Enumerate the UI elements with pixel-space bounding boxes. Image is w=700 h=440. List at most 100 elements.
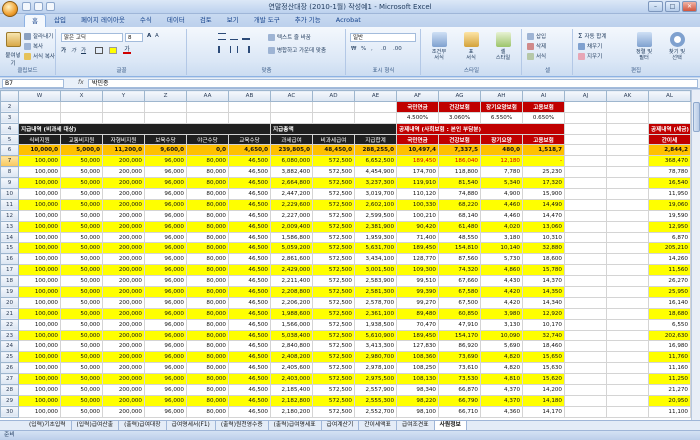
cell[interactable]: 100,000 [18, 318, 61, 331]
cell[interactable] [606, 155, 649, 168]
align-left-icon[interactable] [218, 46, 226, 53]
wrap-text-button[interactable]: 텍스트 줄 바꿈 [268, 33, 311, 41]
cell[interactable]: 4,460 [480, 198, 523, 211]
cell[interactable]: 보육수당 [144, 133, 187, 146]
align-right-icon[interactable] [242, 46, 250, 53]
cell[interactable]: 100,000 [18, 209, 61, 222]
cell[interactable] [564, 340, 607, 353]
cell[interactable]: 80,000 [186, 384, 229, 396]
cell[interactable]: 572,500 [312, 384, 355, 396]
cell[interactable] [564, 275, 607, 288]
row-header[interactable]: 20 [0, 296, 19, 309]
align-center-icon[interactable] [230, 46, 238, 53]
cell[interactable]: 50,000 [60, 275, 103, 288]
cell[interactable]: 200,000 [102, 373, 145, 386]
cell[interactable] [564, 373, 607, 386]
cell[interactable]: 81,540 [438, 177, 481, 190]
cell[interactable]: 200,000 [102, 307, 145, 320]
cell[interactable] [102, 100, 145, 113]
cell[interactable]: 96,000 [144, 264, 187, 277]
cell[interactable]: 14,340 [522, 296, 565, 309]
fill-color-icon[interactable] [109, 47, 117, 54]
sheet-tab[interactable]: 급여조견표 [397, 421, 435, 430]
row-header[interactable]: 26 [0, 362, 19, 375]
row-header[interactable]: 5 [0, 133, 19, 146]
cell[interactable]: 80,000 [186, 166, 229, 179]
cell[interactable] [564, 264, 607, 277]
cell[interactable]: 11,560 [648, 264, 691, 277]
cell[interactable]: 지급합계 [354, 133, 397, 146]
cell[interactable] [564, 242, 607, 255]
cell[interactable]: 80,000 [186, 296, 229, 309]
cell[interactable] [270, 100, 313, 113]
cell[interactable]: 50,000 [60, 198, 103, 211]
cell[interactable]: 46,500 [228, 155, 271, 168]
cell[interactable] [606, 394, 649, 407]
cell[interactable]: 80,000 [186, 318, 229, 331]
cell[interactable] [606, 275, 649, 288]
sheet-tab[interactable]: 급여계산기 [322, 421, 360, 430]
cell[interactable]: 572,500 [312, 264, 355, 277]
cell[interactable]: 200,000 [102, 405, 145, 418]
cell[interactable]: 96,000 [144, 242, 187, 255]
cell[interactable]: 46,500 [228, 177, 271, 190]
cell[interactable] [606, 188, 649, 200]
cell[interactable] [18, 100, 61, 113]
cell[interactable]: 15,900 [522, 188, 565, 200]
cell[interactable]: 15,620 [522, 373, 565, 386]
cell[interactable]: 7,337,5 [438, 144, 481, 157]
cell[interactable]: 99,390 [396, 286, 439, 298]
cell[interactable]: 2,408,200 [270, 351, 313, 364]
cell[interactable]: 6,550 [648, 318, 691, 331]
cell[interactable] [606, 133, 649, 146]
cell[interactable]: 15,650 [522, 351, 565, 364]
cell[interactable] [186, 111, 229, 124]
cell[interactable] [606, 166, 649, 179]
cell[interactable]: 2,555,300 [354, 394, 397, 407]
column-header[interactable]: AB [228, 90, 271, 102]
cell[interactable]: 100,000 [18, 329, 61, 342]
cell[interactable]: 국민연금 [396, 100, 439, 113]
cell[interactable]: 11,250 [648, 373, 691, 386]
cell[interactable]: 96,000 [144, 286, 187, 298]
cell[interactable]: 46,500 [228, 405, 271, 418]
cell[interactable]: 239,805,0 [270, 144, 313, 157]
cell[interactable]: 4,454,900 [354, 166, 397, 179]
cell[interactable]: 2,840,800 [270, 340, 313, 353]
cell[interactable]: 186,040 [438, 155, 481, 168]
cell[interactable]: 14,370 [522, 275, 565, 288]
cell[interactable]: 5,000,0 [60, 144, 103, 157]
cell[interactable]: 14,260 [648, 253, 691, 266]
cell[interactable]: 4,020 [480, 220, 523, 233]
cell[interactable]: 4,650,0 [228, 144, 271, 157]
cell[interactable]: 50,000 [60, 166, 103, 179]
worksheet-grid[interactable]: W X Y Z AA AB AC AD AE AF AG AH AI AJ AK AL 2 국민연금 건강보험 장기… [0, 90, 700, 420]
column-header[interactable]: AL [648, 90, 691, 102]
cell[interactable]: 3,130 [480, 318, 523, 331]
cell[interactable]: 50,000 [60, 384, 103, 396]
cell[interactable]: 건강보험 [438, 100, 481, 113]
cell[interactable] [606, 264, 649, 277]
cell[interactable]: 480,0 [480, 144, 523, 157]
cell[interactable]: 80,000 [186, 405, 229, 418]
cell[interactable]: 200,000 [102, 177, 145, 190]
cell[interactable]: 572,500 [312, 351, 355, 364]
cell[interactable]: 4,460 [480, 209, 523, 222]
cell[interactable]: 4,370 [480, 384, 523, 396]
cell[interactable] [648, 100, 691, 113]
column-header[interactable]: AC [270, 90, 313, 102]
cell[interactable]: 572,500 [312, 231, 355, 244]
cell[interactable]: 572,500 [312, 394, 355, 407]
cell[interactable] [648, 111, 691, 124]
cell[interactable]: 96,000 [144, 188, 187, 200]
shrink-font-button[interactable]: A [155, 33, 159, 39]
sheet-tab[interactable]: 간이세액표 [359, 421, 397, 430]
cell[interactable]: 3,980 [480, 307, 523, 320]
cell[interactable]: 5,690 [480, 340, 523, 353]
cell[interactable]: 6,652,500 [354, 155, 397, 168]
cell[interactable]: 2,227,000 [270, 209, 313, 222]
cell[interactable]: 6,080,000 [270, 155, 313, 168]
cell[interactable] [606, 220, 649, 233]
row-header[interactable]: 29 [0, 394, 19, 407]
cell[interactable]: 154,810 [438, 242, 481, 255]
